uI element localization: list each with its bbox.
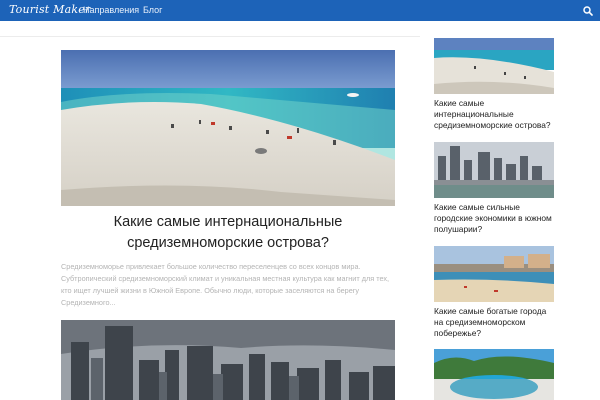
sidebar-post-4-image[interactable] <box>434 349 554 400</box>
header-divider <box>0 36 420 37</box>
main-article-excerpt: Средиземноморье привлекает большое колич… <box>61 262 390 307</box>
nav-link-directions[interactable]: Направления <box>83 5 139 15</box>
city-skyline-photo <box>61 320 395 400</box>
site-logo[interactable]: Tourist Maker <box>9 3 90 16</box>
sidebar-post-2[interactable]: Какие самые сильные городские экономики … <box>434 142 554 235</box>
sidebar-post-4[interactable] <box>434 349 554 400</box>
top-navbar: Tourist Maker Направления Блог <box>0 0 600 21</box>
main-article-title[interactable]: Какие самые интернациональные средиземно… <box>61 212 395 254</box>
main-article-image[interactable] <box>61 50 395 206</box>
beach-photo <box>61 50 395 206</box>
sidebar-post-3-title[interactable]: Какие самые богатые города на средиземно… <box>434 306 554 339</box>
second-article-image[interactable] <box>61 320 395 400</box>
sidebar-post-1-title[interactable]: Какие самые интернациональные средиземно… <box>434 98 554 131</box>
search-icon <box>583 5 593 16</box>
sidebar-post-1[interactable]: Какие самые интернациональные средиземно… <box>434 38 554 131</box>
search-button[interactable] <box>576 0 600 21</box>
main-title-line-2[interactable]: средиземноморские острова? <box>61 233 395 254</box>
sidebar-post-1-image[interactable] <box>434 38 554 94</box>
sidebar-post-3-image[interactable] <box>434 246 554 302</box>
sidebar-post-2-title[interactable]: Какие самые сильные городские экономики … <box>434 202 554 235</box>
nav-link-blog[interactable]: Блог <box>143 5 162 15</box>
sidebar-post-2-image[interactable] <box>434 142 554 198</box>
sidebar-post-3[interactable]: Какие самые богатые города на средиземно… <box>434 246 554 339</box>
main-title-line-1[interactable]: Какие самые интернациональные <box>61 212 395 233</box>
